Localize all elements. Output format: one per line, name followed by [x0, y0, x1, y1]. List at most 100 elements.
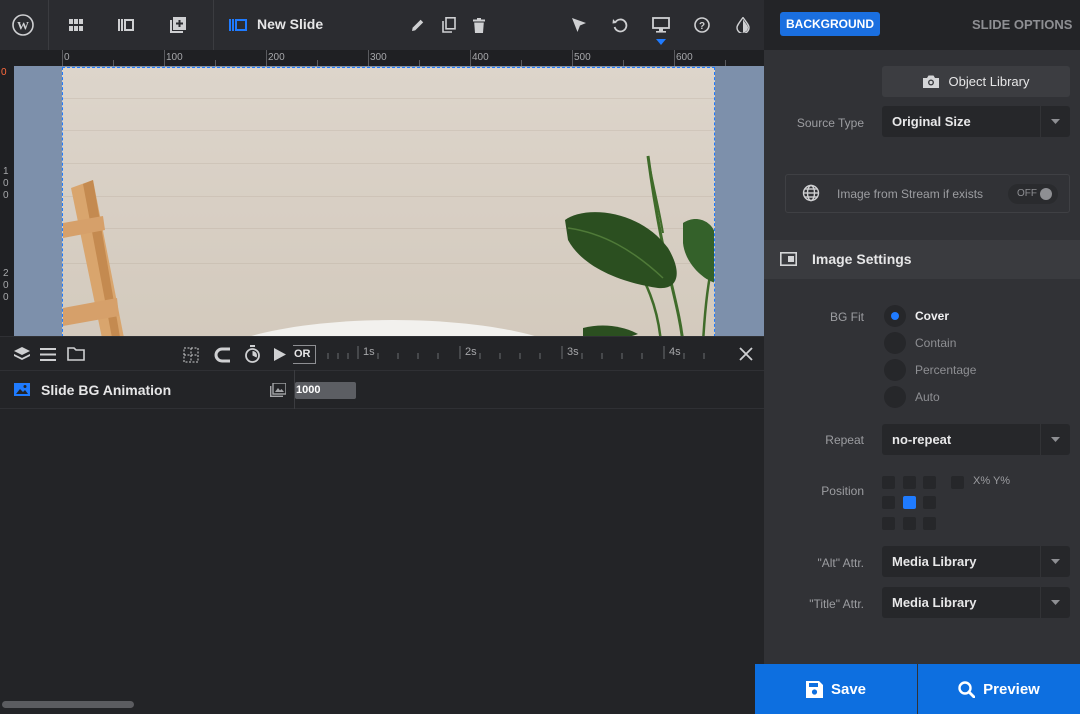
photo-content — [63, 155, 714, 336]
position-bottom-right[interactable] — [923, 517, 936, 530]
stream-toggle[interactable]: OFF — [1008, 184, 1058, 204]
image-settings-icon — [780, 252, 797, 266]
alt-attr-label: "Alt" Attr. — [817, 556, 864, 570]
stream-option-box: Image from Stream if exists OFF — [785, 174, 1070, 213]
title-attr-select[interactable]: Media Library — [882, 587, 1070, 618]
slide-name[interactable]: New Slide — [257, 16, 323, 32]
wordpress-logo-icon[interactable]: W — [11, 13, 35, 37]
editor-toolbar: W New Slide ? — [0, 0, 764, 50]
bg-fit-cover-radio[interactable] — [884, 305, 906, 327]
toggle-state: OFF — [1017, 188, 1037, 199]
vertical-ruler: 0 100 200 — [0, 66, 14, 336]
cursor-icon[interactable] — [567, 13, 591, 37]
list-icon[interactable] — [40, 348, 56, 361]
magnet-icon[interactable] — [214, 347, 231, 363]
ruler-label: 100 — [3, 166, 9, 201]
chevron-down-icon — [1040, 424, 1070, 455]
title-attr-label: "Title" Attr. — [809, 597, 864, 611]
slide-icon — [226, 13, 250, 37]
slides-grid-icon[interactable] — [64, 13, 88, 37]
save-button[interactable]: Save — [755, 664, 917, 714]
contrast-icon[interactable] — [731, 13, 755, 37]
bg-fit-auto-radio[interactable] — [884, 386, 906, 408]
image-icon — [14, 383, 30, 396]
position-custom-xy[interactable] — [951, 476, 964, 489]
ruler-label: 0 — [64, 52, 70, 63]
save-icon — [805, 680, 823, 698]
bg-fit-option-percentage[interactable]: Percentage — [915, 363, 976, 377]
ruler-label: 200 — [268, 52, 285, 63]
alt-attr-select[interactable]: Media Library — [882, 546, 1070, 577]
preview-label: Preview — [983, 680, 1040, 698]
position-label: Position — [821, 484, 864, 498]
play-icon[interactable] — [274, 348, 286, 361]
tab-background[interactable]: BACKGROUND — [780, 12, 880, 36]
tab-slide-options[interactable]: SLIDE OPTIONS — [972, 17, 1072, 32]
position-bottom-center[interactable] — [903, 517, 916, 530]
ruler-label: 400 — [472, 52, 489, 63]
ruler-label: 500 — [574, 52, 591, 63]
horizontal-scrollbar[interactable] — [2, 701, 134, 708]
bg-fit-option-cover[interactable]: Cover — [915, 309, 949, 323]
repeat-select[interactable]: no-repeat — [882, 424, 1070, 455]
position-top-right[interactable] — [923, 476, 936, 489]
bg-fit-label: BG Fit — [829, 310, 864, 324]
layer-images-icon[interactable] — [270, 383, 286, 397]
position-top-left[interactable] — [882, 476, 895, 489]
timeline-tick: 1s — [363, 346, 375, 358]
close-timeline-icon[interactable] — [739, 347, 753, 361]
help-icon[interactable]: ? — [690, 13, 714, 37]
position-top-center[interactable] — [903, 476, 916, 489]
timeline-tick: 4s — [669, 346, 681, 358]
add-slide-icon[interactable] — [166, 13, 190, 37]
slide-background-image[interactable] — [62, 67, 715, 336]
position-center-center[interactable] — [903, 496, 916, 509]
source-type-select[interactable]: Original Size — [882, 106, 1070, 137]
layers-icon[interactable] — [14, 347, 30, 361]
timeline-layer-row[interactable]: Slide BG Animation 1000 — [0, 370, 764, 409]
panel-tabs: BACKGROUND SLIDE OPTIONS — [764, 0, 1080, 50]
object-library-button[interactable]: Object Library — [882, 66, 1070, 97]
horizontal-ruler: 0 100 200 300 400 500 600 — [0, 50, 764, 66]
timeline-toolbar: OR 1s 2s 3s 4s — [0, 336, 764, 371]
duplicate-icon[interactable] — [437, 13, 461, 37]
search-icon — [958, 680, 976, 698]
timeline-marker[interactable]: OR — [293, 345, 316, 364]
image-settings-header[interactable]: Image Settings — [764, 240, 1080, 279]
bg-fit-option-auto[interactable]: Auto — [915, 390, 940, 404]
layer-name[interactable]: Slide BG Animation — [41, 382, 171, 398]
ruler-label: 100 — [166, 52, 183, 63]
preview-button[interactable]: Preview — [918, 664, 1080, 714]
bg-fit-option-contain[interactable]: Contain — [915, 336, 956, 350]
globe-icon — [802, 184, 820, 202]
edit-pencil-icon[interactable] — [406, 13, 430, 37]
stopwatch-icon[interactable] — [244, 345, 261, 363]
settings-panel: BACKGROUND SLIDE OPTIONS Object Library … — [764, 0, 1080, 714]
trash-icon[interactable] — [467, 13, 491, 37]
slide-canvas[interactable] — [14, 66, 764, 336]
save-label: Save — [830, 680, 867, 698]
folder-icon[interactable] — [67, 347, 85, 361]
object-library-label: Object Library — [948, 74, 1030, 89]
slider-settings-icon[interactable] — [114, 13, 138, 37]
chevron-down-icon — [1040, 587, 1070, 618]
position-bottom-left[interactable] — [882, 517, 895, 530]
animation-duration-bar[interactable]: 1000 — [295, 382, 356, 399]
timeline-ruler[interactable] — [318, 337, 758, 372]
title-attr-value: Media Library — [892, 595, 977, 610]
timeline-tick: 3s — [567, 346, 579, 358]
timeline-tick: 2s — [465, 346, 477, 358]
undo-icon[interactable] — [608, 13, 632, 37]
position-center-right[interactable] — [923, 496, 936, 509]
stream-label: Image from Stream if exists — [837, 187, 984, 201]
image-settings-title: Image Settings — [812, 251, 912, 267]
position-center-left[interactable] — [882, 496, 895, 509]
grid-snap-icon[interactable] — [183, 347, 199, 363]
svg-text:W: W — [17, 19, 29, 33]
bg-fit-contain-radio[interactable] — [884, 332, 906, 354]
camera-icon — [922, 75, 939, 88]
ruler-label: 300 — [370, 52, 387, 63]
bg-fit-percentage-radio[interactable] — [884, 359, 906, 381]
source-type-value: Original Size — [892, 114, 971, 129]
desktop-view-icon[interactable] — [649, 13, 673, 37]
